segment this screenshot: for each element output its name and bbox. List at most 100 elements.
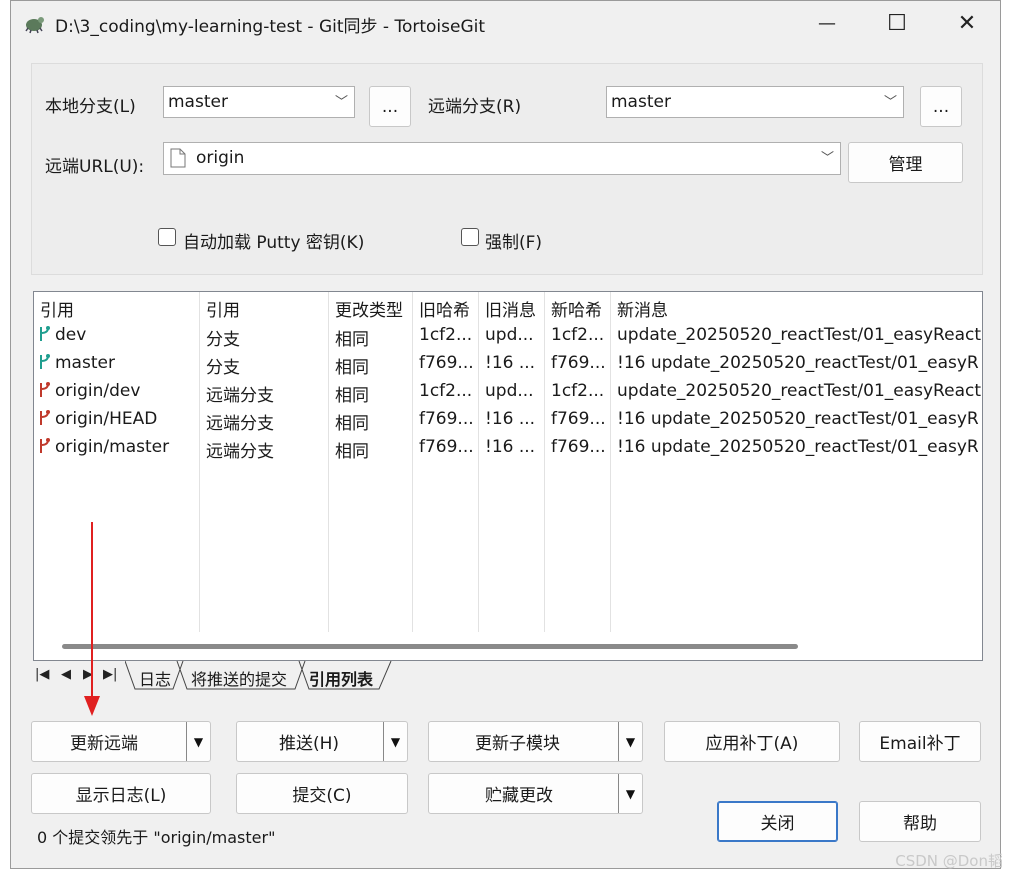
last-tab-icon[interactable]: ▶| [103, 667, 117, 682]
git-sync-dialog: D:\3_coding\my-learning-test - Git同步 - T… [10, 0, 1001, 869]
ref-list-table[interactable]: 引用 引用 更改类型 旧哈希 旧消息 新哈希 新消息 dev 分支 相同 1cf… [33, 291, 983, 661]
update-submodule-label: 更新子模块 [475, 734, 560, 754]
old-hash: f769... [419, 409, 474, 429]
change-type: 相同 [335, 330, 369, 350]
new-hash: f769... [551, 353, 606, 373]
dropdown-arrow-icon[interactable]: ▼ [618, 722, 642, 761]
manage-remotes-button[interactable]: 管理 [848, 142, 963, 183]
push-button[interactable]: 推送(H) ▼ [236, 721, 408, 762]
table-row[interactable]: dev [38, 325, 86, 345]
column-header-old-message[interactable]: 旧消息 [485, 296, 536, 321]
column-header-change-type[interactable]: 更改类型 [335, 296, 403, 321]
column-header-old-hash[interactable]: 旧哈希 [419, 296, 470, 321]
column-header-new-hash[interactable]: 新哈希 [551, 296, 602, 321]
old-hash: 1cf2... [419, 381, 473, 401]
local-branch-combo[interactable]: master ﹀ [163, 86, 355, 118]
old-message: upd... [485, 381, 534, 401]
remote-branch-icon [40, 410, 50, 425]
fetch-button[interactable]: 更新远端 ▼ [31, 721, 211, 762]
close-button[interactable]: 关闭 [717, 801, 838, 842]
old-hash: f769... [419, 437, 474, 457]
remote-branch-icon [40, 438, 50, 453]
new-message: update_20250520_reactTest/01_easyReact [617, 325, 981, 345]
change-type: 相同 [335, 386, 369, 406]
table-row[interactable]: origin/HEAD [38, 409, 157, 429]
ref-type: 远端分支 [206, 414, 274, 434]
window-title: D:\3_coding\my-learning-test - Git同步 - T… [55, 17, 486, 37]
change-type: 相同 [335, 414, 369, 434]
branch-icon [40, 326, 50, 341]
update-submodule-button[interactable]: 更新子模块 ▼ [428, 721, 643, 762]
ref-name: origin/master [55, 437, 170, 457]
dropdown-arrow-icon[interactable]: ▼ [618, 774, 642, 813]
chevron-down-icon: ﹀ [883, 95, 897, 110]
prev-tab-icon[interactable]: ◀ [61, 667, 71, 682]
apply-patch-button[interactable]: 应用补丁(A) [664, 721, 840, 762]
new-hash: 1cf2... [551, 325, 605, 345]
remote-branch-icon [40, 382, 50, 397]
column-header-new-message[interactable]: 新消息 [617, 296, 668, 321]
chevron-down-icon: ﹀ [334, 95, 348, 110]
local-branch-browse-button[interactable]: ... [369, 86, 411, 127]
annotation-arrow-icon [84, 522, 100, 716]
new-message: update_20250520_reactTest/01_easyReact [617, 381, 981, 401]
title-bar: D:\3_coding\my-learning-test - Git同步 - T… [11, 1, 1000, 45]
close-icon: ✕ [957, 10, 977, 36]
tab-log[interactable]: 日志 [139, 661, 171, 691]
new-hash: f769... [551, 437, 606, 457]
minimize-icon: — [818, 12, 836, 34]
old-message: !16 ... [485, 353, 536, 373]
force-checkbox[interactable] [461, 228, 479, 246]
old-hash: 1cf2... [419, 325, 473, 345]
new-hash: 1cf2... [551, 381, 605, 401]
remote-branch-combo[interactable]: master ﹀ [606, 86, 904, 118]
table-row[interactable]: master [38, 353, 115, 373]
putty-key-checkbox[interactable] [158, 228, 176, 246]
local-branch-label: 本地分支(L) [45, 97, 136, 117]
old-message: !16 ... [485, 437, 536, 457]
ref-type: 分支 [206, 330, 240, 350]
ref-type: 远端分支 [206, 442, 274, 462]
new-hash: f769... [551, 409, 606, 429]
email-patch-button[interactable]: Email补丁 [859, 721, 981, 762]
remote-branch-value: master [611, 92, 671, 112]
show-log-button[interactable]: 显示日志(L) [31, 773, 211, 814]
ref-name: origin/HEAD [55, 409, 158, 429]
old-hash: f769... [419, 353, 474, 373]
column-header-ref[interactable]: 引用 [40, 296, 74, 321]
first-tab-icon[interactable]: |◀ [35, 667, 49, 682]
stash-button[interactable]: 贮藏更改 ▼ [428, 773, 643, 814]
ref-type: 分支 [206, 358, 240, 378]
stash-label: 贮藏更改 [485, 786, 553, 806]
old-message: upd... [485, 325, 534, 345]
remote-branch-browse-button[interactable]: ... [920, 86, 962, 127]
close-window-button[interactable]: ✕ [932, 1, 1002, 45]
push-label: 推送(H) [279, 734, 340, 754]
minimize-button[interactable]: — [792, 1, 862, 45]
maximize-icon: ☐ [887, 10, 907, 36]
ref-name: master [55, 353, 115, 373]
sync-options-group: 本地分支(L) master ﹀ ... 远端分支(R) master ﹀ ..… [31, 63, 983, 275]
fetch-label: 更新远端 [70, 734, 138, 754]
file-icon [170, 148, 186, 168]
column-header-ref-type[interactable]: 引用 [206, 296, 240, 321]
ref-name: origin/dev [55, 381, 141, 401]
remote-url-combo[interactable]: origin ﹀ [163, 142, 841, 175]
putty-key-label: 自动加载 Putty 密钥(K) [183, 233, 365, 253]
remote-branch-label: 远端分支(R) [428, 97, 522, 117]
commit-button[interactable]: 提交(C) [236, 773, 408, 814]
chevron-down-icon: ﹀ [820, 151, 834, 166]
horizontal-scrollbar[interactable] [62, 644, 798, 649]
maximize-button[interactable]: ☐ [862, 1, 932, 45]
tab-ref-list[interactable]: 引用列表 [309, 661, 373, 691]
table-row[interactable]: origin/dev [38, 381, 140, 401]
watermark: CSDN @Don韬 [895, 852, 1003, 870]
branch-icon [40, 354, 50, 369]
dropdown-arrow-icon[interactable]: ▼ [383, 722, 407, 761]
change-type: 相同 [335, 358, 369, 378]
help-button[interactable]: 帮助 [859, 801, 981, 842]
dropdown-arrow-icon[interactable]: ▼ [186, 722, 210, 761]
tab-commits-to-push[interactable]: 将推送的提交 [191, 661, 287, 691]
table-row[interactable]: origin/master [38, 437, 169, 457]
tortoisegit-icon [25, 17, 44, 34]
